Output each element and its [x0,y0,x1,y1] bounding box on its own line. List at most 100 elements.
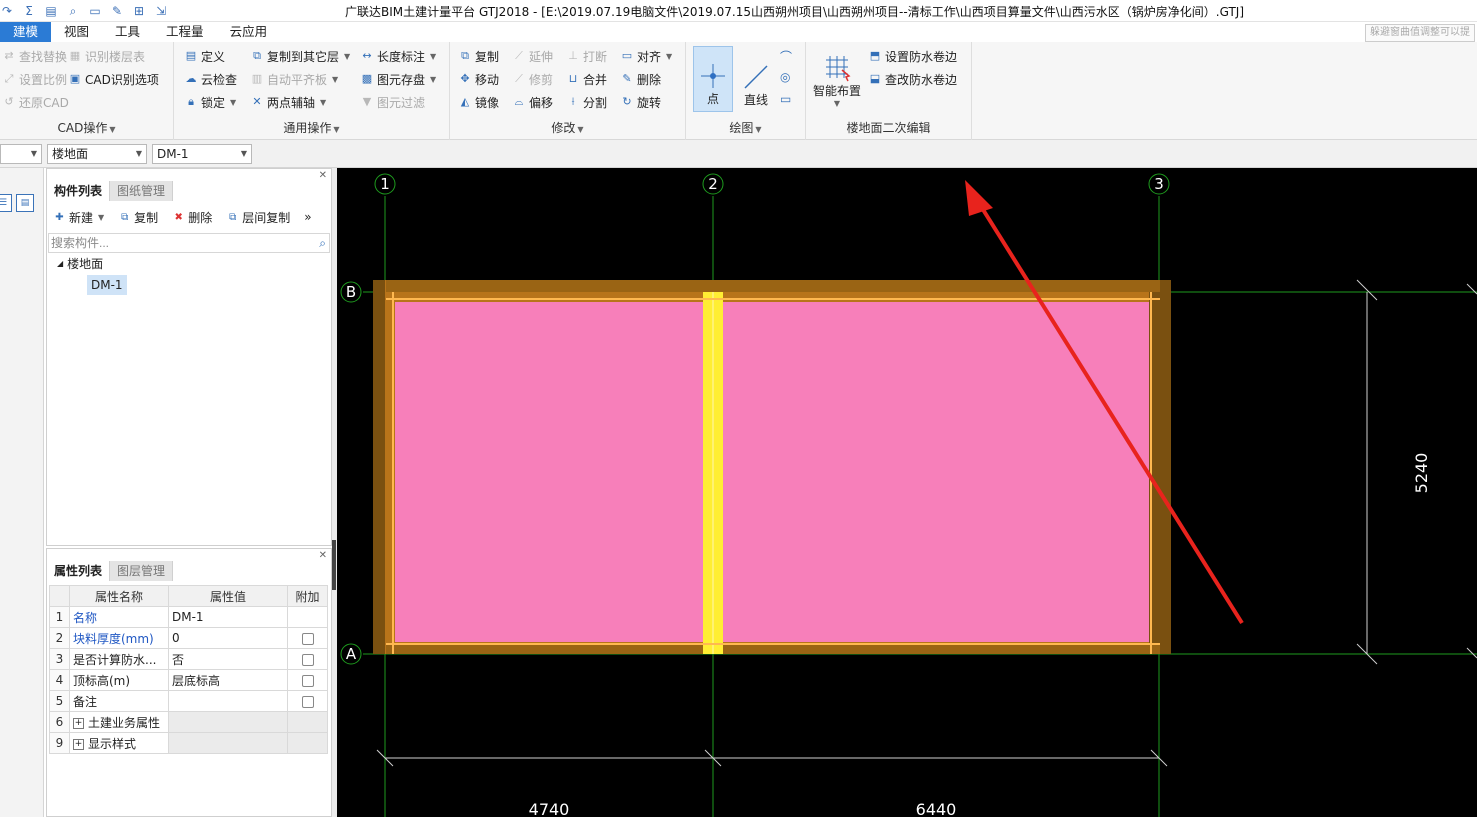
export-icon[interactable]: ⇲ [154,4,168,18]
axis-bubble-x-1[interactable]: 1 [374,173,396,195]
property-value[interactable] [168,690,288,712]
list-view-icon[interactable]: ☰ [0,194,12,212]
menu-tools[interactable]: 工具 [102,22,153,42]
extra-checkbox[interactable] [301,632,314,645]
drawing-canvas[interactable]: 1 2 3 B A 5240 4740 6440 [337,168,1477,817]
break-button[interactable]: ⊥ 打断 [566,46,607,66]
identify-floor-button[interactable]: ▦ 识别楼层表 [68,46,145,66]
group-label-modify[interactable]: 修改 ▼ [450,119,685,136]
tab-property-list[interactable]: 属性列表 [47,561,111,581]
search-icon[interactable]: ⌕ [319,236,326,251]
floor-region-left[interactable] [395,302,703,642]
cloud-check-button[interactable]: ☁ 云检查 [184,69,238,89]
extra-checkbox[interactable] [301,674,314,687]
axis-bubble-x-3[interactable]: 3 [1148,173,1170,195]
lock-button[interactable]: 🔒︎ 锁定 ▼ [184,92,236,112]
rotate-button[interactable]: ↻ 旋转 [620,92,661,112]
expand-icon[interactable]: + [73,738,84,750]
print-icon[interactable]: ▭ [88,4,102,18]
move-button[interactable]: ✥ 移动 [458,69,499,89]
property-row[interactable]: 2 块料厚度(mm) 0 [49,627,328,649]
tree-node-dm1[interactable]: DM-1 [87,275,127,295]
tab-component-list[interactable]: 构件列表 [47,181,111,201]
axis-bubble-y-1[interactable]: B [340,281,362,303]
wall-right-dark[interactable] [1149,280,1171,654]
split-button[interactable]: ⟊ 分割 [566,92,607,112]
redo-icon[interactable]: ↷ [0,4,14,18]
panel-view-icon[interactable]: ▤ [16,194,34,212]
menu-modeling[interactable]: 建模 [0,22,52,42]
tree-node-floor[interactable]: ◢ 楼地面 [57,255,103,272]
expand-icon[interactable]: + [73,717,84,729]
menu-cloud[interactable]: 云应用 [217,22,281,42]
cad-options-button[interactable]: ▣ CAD识别选项 [68,69,159,89]
property-value[interactable]: 0 [168,627,288,649]
splitter-handle[interactable] [332,540,336,590]
group-label-cad[interactable]: CAD操作 ▼ [0,119,173,136]
element-save-button[interactable]: ▩ 图元存盘 ▼ [360,69,436,89]
extra-checkbox[interactable] [301,695,314,708]
trim-button[interactable]: ⟋ 修剪 [512,69,553,89]
axis-bubble-x-2[interactable]: 2 [702,173,724,195]
search-input[interactable] [48,233,330,253]
length-dim-button[interactable]: ↔ 长度标注 ▼ [360,46,436,66]
property-row[interactable]: 1 名称 DM-1 [49,606,328,628]
element-type-select[interactable]: 楼地面 ▼ [47,144,147,164]
close-icon[interactable]: ✕ [319,170,327,181]
delete-button[interactable]: ✎ 删除 [620,69,661,89]
mirror-button[interactable]: ◭ 镜像 [458,92,499,112]
edit-icon[interactable]: ✎ [110,4,124,18]
auto-align-button[interactable]: ▥ 自动平齐板 ▼ [250,69,338,89]
set-waterproof-edge-button[interactable]: ⬒ 设置防水卷边 [868,46,957,66]
tab-layer-management[interactable]: 图层管理 [110,561,174,581]
close-icon[interactable]: ✕ [319,550,327,561]
drawing-svg[interactable]: 1 2 3 B A 5240 4740 6440 [337,168,1477,817]
floor-region-right[interactable] [723,302,1149,642]
arc-icon[interactable]: ⌒ [780,48,792,65]
property-row[interactable]: 3 是否计算防水... 否 [49,648,328,670]
check-waterproof-edge-button[interactable]: ⬓ 查改防水卷边 [868,69,957,89]
sum-icon[interactable]: Σ [22,4,36,18]
wall-left-dark[interactable] [373,280,385,654]
more-icon[interactable]: » [304,210,311,224]
wall-top[interactable] [386,280,1160,292]
copy-to-floor-button[interactable]: ⧉ 复制到其它层 ▼ [250,46,350,66]
property-value[interactable]: DM-1 [168,606,288,628]
property-row[interactable]: 5 备注 [49,690,328,712]
new-component-button[interactable]: ✚ 新建 ▼ [53,209,104,226]
floor-copy-button[interactable]: ⧉ 层间复制 [226,209,290,226]
report-icon[interactable]: ▤ [44,4,58,18]
menu-view[interactable]: 视图 [51,22,102,42]
circle-icon[interactable]: ◎ [780,70,790,84]
search-doc-icon[interactable]: ⌕ [66,4,80,18]
element-filter-button[interactable]: ▼ 图元过滤 [360,92,425,112]
point-button[interactable]: 点 [693,46,733,112]
restore-cad-button[interactable]: ↺ 还原CAD [2,92,68,112]
align-button[interactable]: ▭ 对齐 ▼ [620,46,672,66]
set-scale-button[interactable]: ⤢ 设置比例 [2,69,67,89]
copy-button[interactable]: ⧉ 复制 [458,46,499,66]
property-value[interactable]: 否 [168,648,288,670]
two-point-axis-button[interactable]: ✕ 两点辅轴 ▼ [250,92,326,112]
property-row[interactable]: 4 顶标高(m) 层底标高 [49,669,328,691]
tab-drawing-management[interactable]: 图纸管理 [110,181,174,201]
smart-layout-button[interactable]: 智能布置 ▼ [812,46,862,112]
property-value[interactable] [168,711,288,733]
property-row[interactable]: 9 + 显示样式 [49,732,328,754]
menu-quantity[interactable]: 工程量 [153,22,217,42]
group-label-draw[interactable]: 绘图 ▼ [686,119,805,136]
rectangle-icon[interactable]: ▭ [780,92,791,106]
collapse-triangle-icon[interactable]: ◢ [57,259,63,268]
property-row[interactable]: 6 + 土建业务属性 [49,711,328,733]
property-value[interactable] [168,732,288,754]
extra-checkbox[interactable] [301,653,314,666]
component-select[interactable]: DM-1 ▼ [152,144,252,164]
extend-button[interactable]: ⟋ 延伸 [512,46,553,66]
find-replace-button[interactable]: ⇄ 查找替换 [2,46,67,66]
group-label-common[interactable]: 通用操作 ▼ [174,119,449,136]
merge-button[interactable]: ⊔ 合并 [566,69,607,89]
axis-bubble-y-2[interactable]: A [340,643,362,665]
line-button[interactable]: 直线 [736,46,776,112]
grid-icon[interactable]: ⊞ [132,4,146,18]
property-value[interactable]: 层底标高 [168,669,288,691]
